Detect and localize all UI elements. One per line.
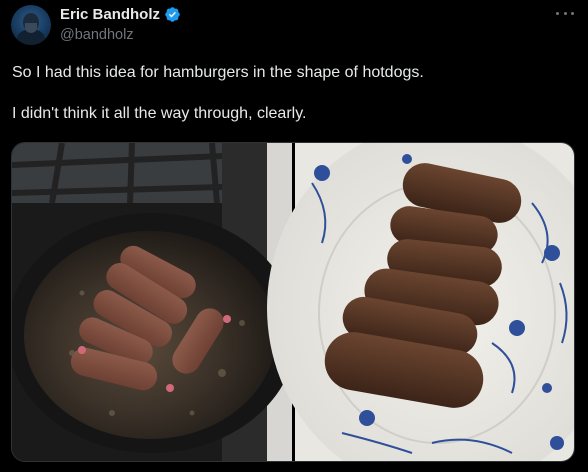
author-avatar[interactable] xyxy=(11,5,51,45)
tweet-media[interactable] xyxy=(11,142,575,462)
tweet-text: So I had this idea for hamburgers in the… xyxy=(12,62,576,124)
verified-badge-icon xyxy=(165,7,180,22)
author-name-row: Eric Bandholz xyxy=(60,5,181,24)
tweet-card: Eric Bandholz @bandholz So I had this id… xyxy=(0,0,588,472)
tweet-paragraph-2: I didn't think it all the way through, c… xyxy=(12,105,307,122)
tweet-paragraph-1: So I had this idea for hamburgers in the… xyxy=(12,64,424,81)
author-display-name[interactable]: Eric Bandholz xyxy=(60,6,160,23)
author-info: Eric Bandholz @bandholz xyxy=(60,5,181,45)
pan-photo xyxy=(12,143,297,461)
author-handle[interactable]: @bandholz xyxy=(60,26,181,45)
more-horizontal-icon[interactable] xyxy=(556,6,574,20)
plate-photo xyxy=(267,143,574,461)
